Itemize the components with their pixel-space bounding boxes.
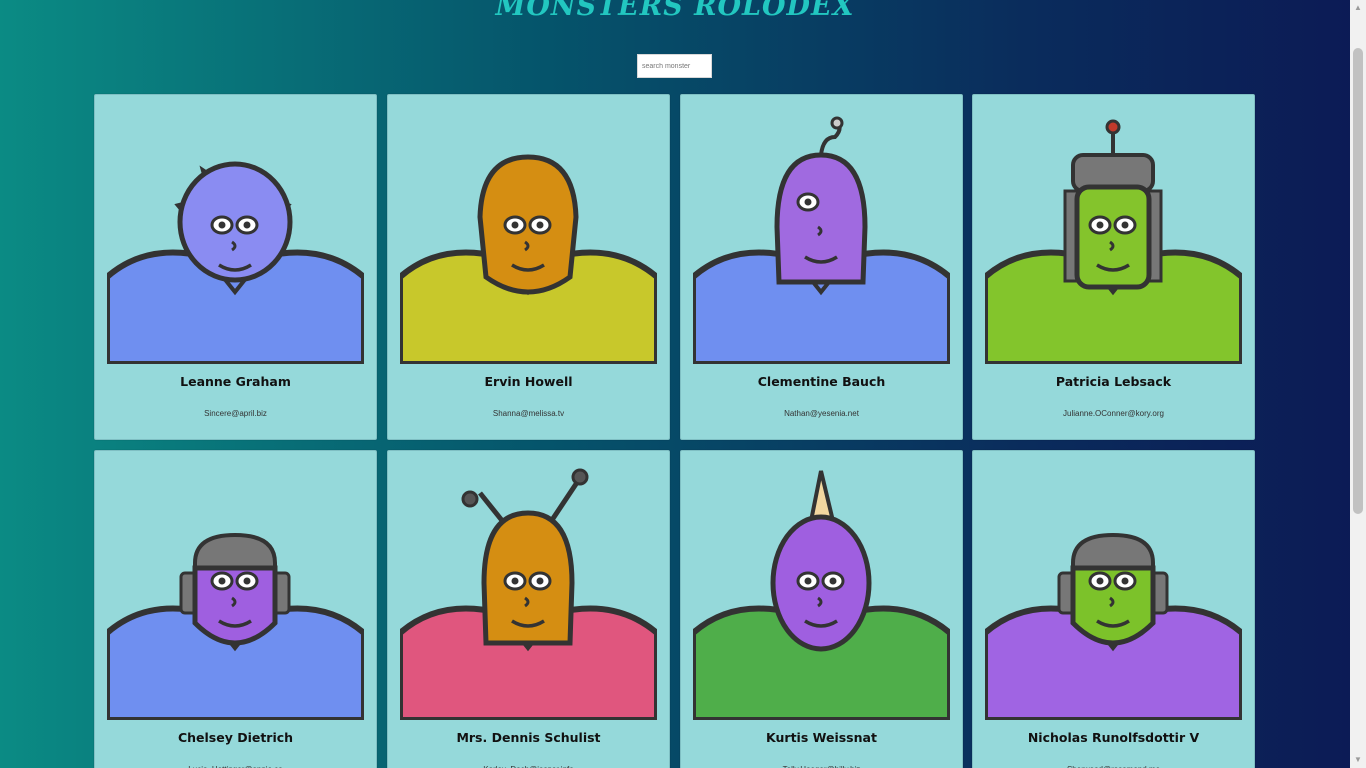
monster-illustration — [107, 161, 364, 364]
vertical-scrollbar[interactable]: ▲ ▼ — [1350, 0, 1366, 768]
monster-name: Kurtis Weissnat — [766, 730, 877, 745]
monster-email: Nathan@yesenia.net — [784, 409, 859, 418]
monster-card[interactable]: Patricia Lebsack Julianne.OConner@kory.or… — [972, 94, 1255, 440]
monster-name: Patricia Lebsack — [1055, 374, 1172, 389]
monster-card[interactable]: Kurtis WeissnatTelly.Hoeger@billy.biz — [680, 450, 963, 768]
monster-avatar — [400, 107, 657, 364]
monster-illustration — [400, 154, 657, 364]
monster-name: Leanne Graham — [180, 374, 291, 389]
monster-email: Sincere@april.biz — [204, 409, 267, 418]
monster-name: Chelsey Dietrich — [177, 730, 294, 745]
monster-card[interactable]: Leanne Graham Sincere@april.biz — [94, 94, 377, 440]
monster-illustration — [985, 532, 1242, 720]
monster-avatar — [107, 107, 364, 364]
monster-avatar — [400, 463, 657, 720]
monster-email: Shanna@melissa.tv — [492, 409, 565, 418]
monster-avatar — [985, 107, 1242, 364]
monster-illustration — [693, 116, 950, 364]
monster-email: Julianne.OConner@kory.org — [1063, 409, 1164, 418]
scroll-down-arrow[interactable]: ▼ — [1350, 752, 1366, 768]
monster-avatar — [693, 463, 950, 720]
page: MONSTERS ROLODEX Leanne Graham Sincere@ap… — [0, 0, 1350, 768]
monster-name: Clementine Bauch — [757, 374, 886, 389]
monster-illustration — [107, 532, 364, 720]
search-input[interactable] — [637, 54, 712, 78]
scroll-up-arrow[interactable]: ▲ — [1350, 0, 1366, 16]
page-title: MONSTERS ROLODEX — [495, 0, 855, 22]
monster-card[interactable]: Ervin Howell Shanna@melissa.tv — [387, 94, 670, 440]
monster-illustration — [693, 470, 950, 720]
monster-avatar — [985, 463, 1242, 720]
monster-name: Nicholas Runolfsdottir V — [1027, 730, 1200, 745]
scrollbar-thumb[interactable] — [1353, 48, 1363, 514]
monster-card[interactable]: Chelsey DietrichLucio_Hettinger@annie.ca — [94, 450, 377, 768]
monster-avatar — [693, 107, 950, 364]
monster-name: Mrs. Dennis Schulist — [456, 730, 601, 745]
monster-card[interactable]: Mrs. Dennis SchulistKarley_Dach@jasper.i… — [387, 450, 670, 768]
monster-avatar — [107, 463, 364, 720]
monster-name: Ervin Howell — [484, 374, 573, 389]
monster-card[interactable]: Nicholas Runolfsdottir VSherwood@rosamon… — [972, 450, 1255, 768]
monster-illustration — [400, 468, 657, 720]
monster-card[interactable]: Clementine Bauch Nathan@yesenia.net — [680, 94, 963, 440]
monster-illustration — [985, 119, 1242, 364]
